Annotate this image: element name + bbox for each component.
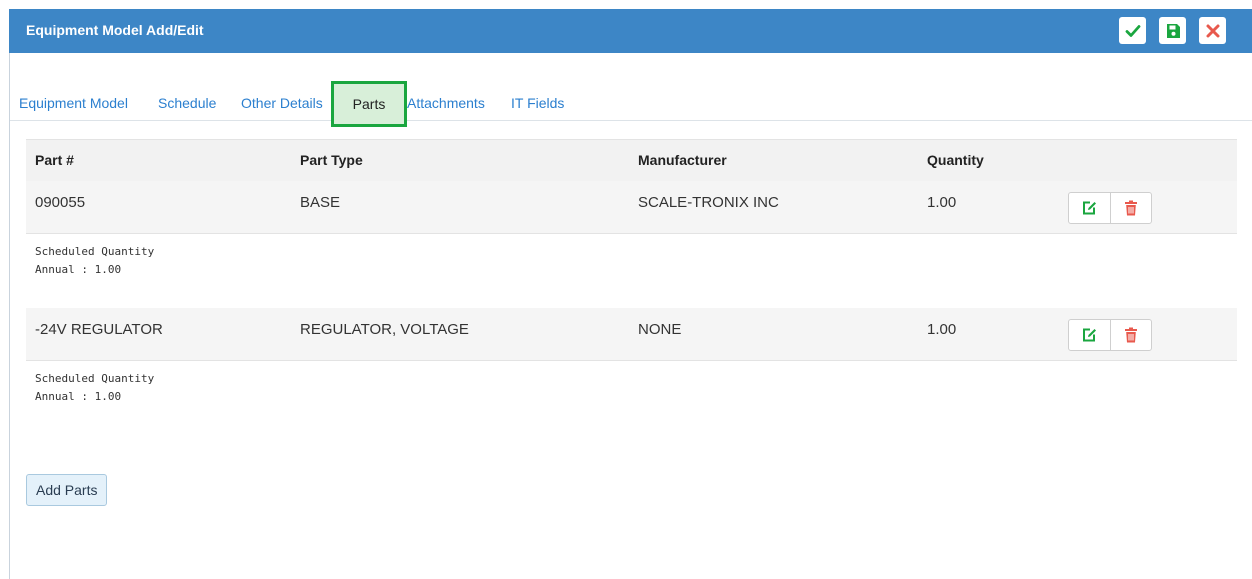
tab-other-details[interactable]: Other Details (241, 95, 323, 111)
scheduled-quantity-block: Scheduled Quantity Annual : 1.00 (35, 243, 154, 279)
table-row: 090055 BASE SCALE-TRONIX INC 1.00 (26, 181, 1237, 234)
scheduled-quantity-value: Annual : 1.00 (35, 390, 122, 403)
edit-icon (1083, 201, 1097, 215)
column-header-manufacturer: Manufacturer (638, 152, 727, 168)
trash-icon (1124, 200, 1137, 216)
delete-part-button[interactable] (1109, 193, 1152, 223)
tab-it-fields[interactable]: IT Fields (511, 95, 564, 111)
scheduled-quantity-label: Scheduled Quantity (35, 372, 155, 385)
row-actions (1068, 319, 1152, 351)
close-icon (1206, 24, 1219, 37)
tab-schedule[interactable]: Schedule (158, 95, 216, 111)
confirm-button[interactable] (1119, 17, 1146, 44)
tab-parts[interactable]: Parts (331, 81, 407, 127)
dialog-title: Equipment Model Add/Edit (26, 22, 204, 38)
add-parts-button[interactable]: Add Parts (26, 474, 108, 506)
tab-bar: Equipment Model Schedule Other Details P… (10, 81, 1252, 127)
row-actions (1068, 192, 1152, 224)
cell-part-number: 090055 (35, 194, 86, 211)
cell-quantity: 1.00 (927, 194, 957, 211)
scheduled-quantity-label: Scheduled Quantity (35, 245, 155, 258)
delete-part-button[interactable] (1109, 320, 1152, 350)
cell-manufacturer: SCALE-TRONIX INC (638, 194, 779, 211)
cell-part-type: REGULATOR, VOLTAGE (300, 321, 469, 338)
tab-equipment-model[interactable]: Equipment Model (19, 95, 128, 111)
table-row: -24V REGULATOR REGULATOR, VOLTAGE NONE 1… (26, 308, 1237, 361)
cell-manufacturer: NONE (638, 321, 682, 338)
cell-part-type: BASE (300, 194, 341, 211)
column-header-part-type: Part Type (300, 152, 363, 168)
edit-part-button[interactable] (1069, 193, 1110, 223)
column-header-quantity: Quantity (927, 152, 984, 168)
cell-part-number: -24V REGULATOR (35, 321, 163, 338)
edit-part-button[interactable] (1069, 320, 1110, 350)
save-button[interactable] (1159, 17, 1186, 44)
cell-quantity: 1.00 (927, 321, 957, 338)
column-header-part: Part # (35, 152, 74, 168)
check-icon (1125, 24, 1140, 37)
tab-attachments[interactable]: Attachments (407, 95, 485, 111)
scheduled-quantity-block: Scheduled Quantity Annual : 1.00 (35, 370, 154, 406)
close-button[interactable] (1199, 17, 1226, 44)
edit-icon (1083, 328, 1097, 342)
trash-icon (1124, 327, 1137, 343)
dialog-header: Equipment Model Add/Edit (9, 9, 1252, 53)
save-icon (1166, 23, 1180, 38)
scheduled-quantity-value: Annual : 1.00 (35, 263, 122, 276)
parts-table-header: Part # Part Type Manufacturer Quantity (26, 139, 1237, 182)
